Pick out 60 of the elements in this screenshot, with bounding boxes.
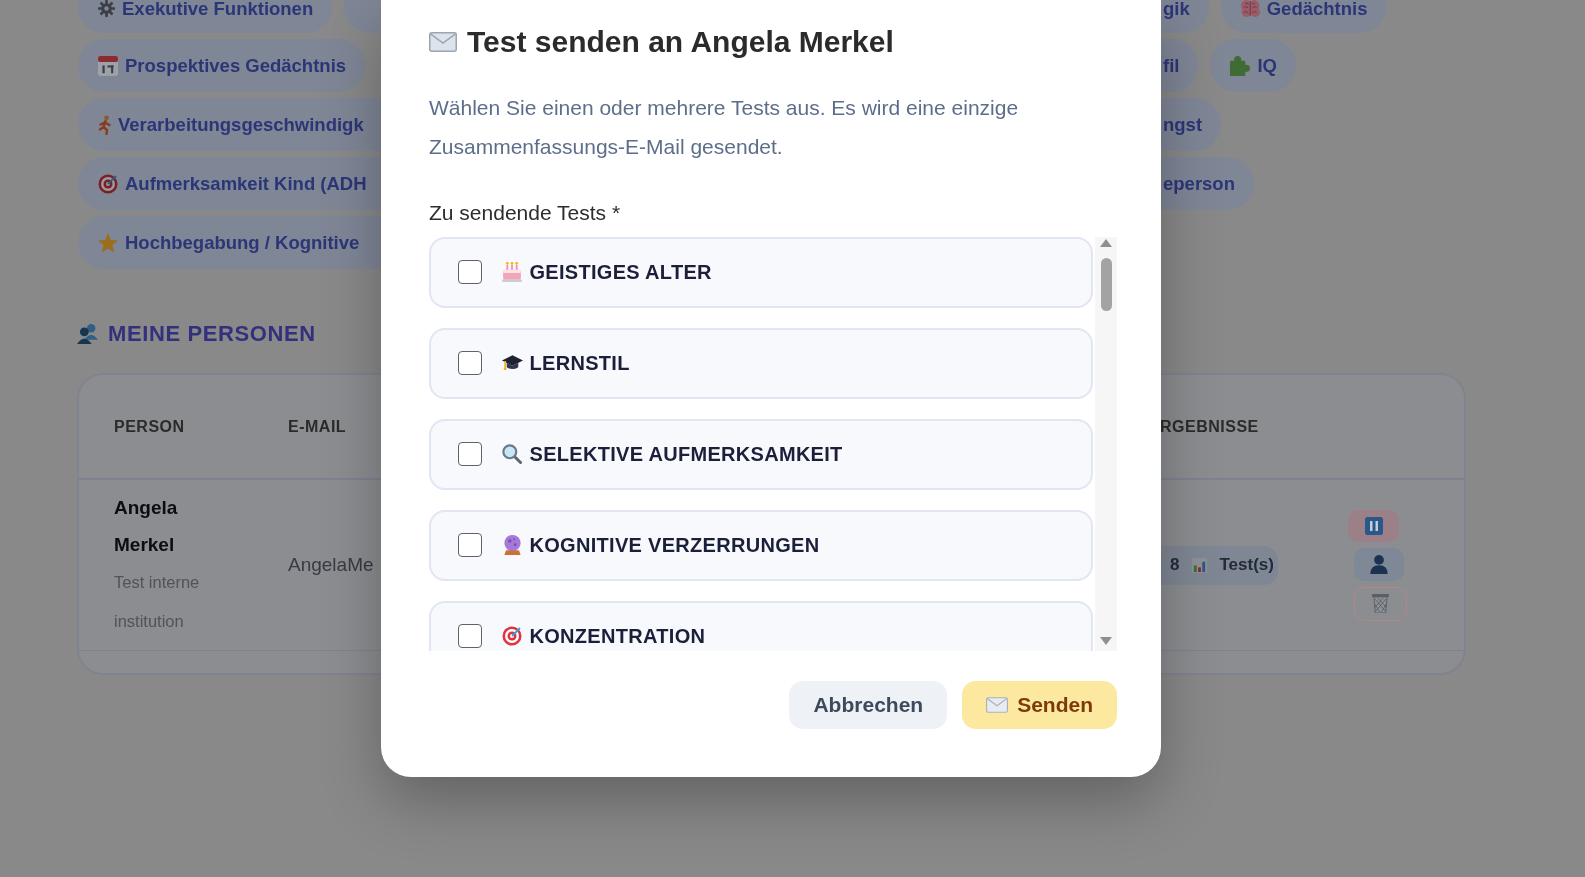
scrollbar-thumb[interactable] <box>1100 258 1112 311</box>
topic-chip[interactable]: Prospektives Gedächtnis <box>78 39 366 92</box>
topic-chip[interactable]: IQ <box>1210 39 1296 92</box>
topic-chip[interactable]: eperson <box>1161 157 1254 210</box>
topic-chip[interactable]: gik <box>1161 0 1209 33</box>
crystal-ball-icon <box>503 535 521 555</box>
topic-chip[interactable]: Gedächtnis <box>1220 0 1387 33</box>
topic-chip[interactable]: Hochbegabung / Kognitive <box>78 216 381 269</box>
column-header: RGEBNISSE <box>1160 417 1259 435</box>
topic-chip[interactable]: Verarbeitungsgeschwindigk <box>78 98 381 151</box>
gear-icon <box>98 0 115 17</box>
profile-button[interactable] <box>1354 547 1404 581</box>
checkbox[interactable] <box>458 442 482 466</box>
test-option[interactable]: GEISTIGES ALTER <box>429 237 1093 308</box>
person-icon <box>1370 554 1388 574</box>
brain-icon <box>1240 0 1260 17</box>
checkbox[interactable] <box>458 624 482 648</box>
puzzle-icon <box>1230 55 1251 76</box>
topic-chip[interactable]: ngst <box>1161 98 1222 151</box>
envelope-icon <box>429 32 457 52</box>
result-label: Test(s) <box>1219 554 1274 577</box>
section-title: MEINE PERSONEN <box>108 320 316 348</box>
test-option[interactable]: LERNSTIL <box>429 328 1093 399</box>
calendar-icon <box>98 55 118 76</box>
runner-icon <box>98 114 111 135</box>
target-icon <box>502 626 522 646</box>
graduation-cap-icon <box>501 355 523 371</box>
people-icon <box>77 324 98 344</box>
result-count: 8 <box>1170 554 1180 577</box>
send-button[interactable]: Senden <box>962 681 1117 729</box>
checkbox[interactable] <box>458 533 482 557</box>
test-option[interactable]: KONZENTRATION <box>429 601 1093 651</box>
pause-icon <box>1364 516 1383 535</box>
field-label: Zu sendende Tests * <box>429 200 621 226</box>
dialog-description: Wählen Sie einen oder mehrere Tests aus. Es wird eine einzige Zusammenfassungs-E-Mail gesendet. <box>429 95 1020 160</box>
topic-chip[interactable]: Exekutive Funktionen <box>78 0 333 33</box>
test-option[interactable]: KOGNITIVE VERZERRUNGEN <box>429 510 1093 581</box>
scrollbar[interactable] <box>1095 237 1117 651</box>
checkbox[interactable] <box>458 351 482 375</box>
person-name: Angela Merkel <box>114 496 179 557</box>
bar-chart-icon <box>1192 557 1208 573</box>
checkbox[interactable] <box>458 260 482 284</box>
dialog-title: Test senden an Angela Merkel <box>467 24 894 60</box>
star-icon <box>98 232 118 253</box>
column-header: E-MAIL <box>288 417 347 435</box>
cancel-button[interactable]: Abbrechen <box>789 681 948 729</box>
pause-button[interactable] <box>1348 509 1399 542</box>
magnifier-icon <box>502 444 522 464</box>
person-email: AngelaMe <box>288 553 374 575</box>
scroll-down-icon <box>1100 637 1112 645</box>
trash-icon <box>1372 594 1389 613</box>
person-institution: Test interne institution <box>114 572 201 632</box>
column-header: PERSON <box>114 417 185 435</box>
target-icon <box>98 173 118 194</box>
scroll-up-icon <box>1100 239 1112 247</box>
cake-icon <box>502 262 522 282</box>
envelope-icon <box>986 697 1009 713</box>
topic-chip[interactable]: Aufmerksamkeit Kind (ADH <box>78 157 381 210</box>
test-option[interactable]: SELEKTIVE AUFMERKSAMKEIT <box>429 419 1093 490</box>
topic-chip[interactable]: fil <box>1161 39 1199 92</box>
